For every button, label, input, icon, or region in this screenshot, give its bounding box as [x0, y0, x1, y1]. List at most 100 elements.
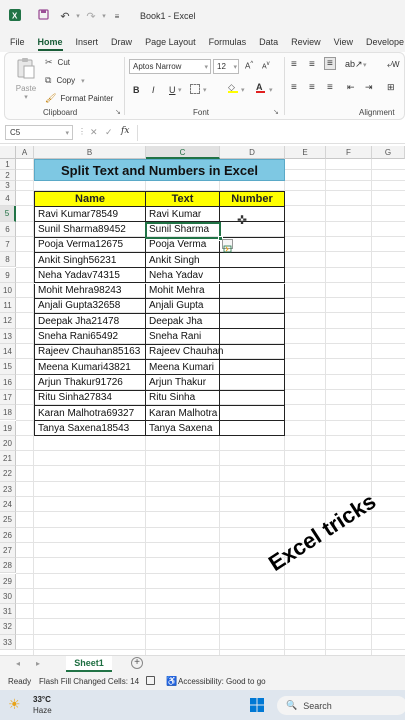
name-cell[interactable]: Sneha Rani65492 [34, 329, 146, 345]
align-center-icon[interactable]: ≡ [309, 82, 315, 93]
number-cell[interactable] [220, 298, 285, 315]
more-options-icon[interactable]: ⋮ [78, 127, 86, 136]
underline-icon[interactable]: U [169, 85, 176, 95]
name-cell[interactable]: Meena Kumari43821 [34, 360, 146, 376]
name-cell[interactable]: Tanya Saxena18543 [34, 421, 146, 437]
sheet-title-cell[interactable]: Split Text and Numbers in Excel [34, 159, 285, 181]
font-launcher-icon[interactable]: ↘ [273, 108, 279, 116]
number-cell[interactable] [220, 283, 285, 299]
customize-toolbar-icon[interactable]: ≡ [108, 12, 126, 21]
text-cell[interactable]: Arjun Thakur [146, 375, 220, 391]
row-header-22[interactable]: 22 [0, 466, 16, 482]
row-header-28[interactable]: 28 [0, 558, 16, 574]
name-cell[interactable]: Rajeev Chauhan85163 [34, 344, 146, 360]
column-header-g[interactable]: G [372, 146, 405, 159]
number-cell[interactable] [220, 405, 285, 422]
name-cell[interactable]: Deepak Jha21478 [34, 314, 146, 330]
row-header-7[interactable]: 7 [0, 236, 16, 253]
top-align-icon[interactable]: ≡ [291, 59, 297, 70]
number-cell[interactable] [220, 207, 285, 223]
row-header-10[interactable]: 10 [0, 282, 16, 299]
font-name-dropdown-icon[interactable]: ▾ [204, 63, 208, 71]
undo-dropdown-icon[interactable]: ▾ [74, 12, 82, 20]
row-header-9[interactable]: 9 [0, 267, 16, 283]
number-cell[interactable] [220, 344, 285, 360]
weather-icon[interactable]: ☀ [8, 696, 21, 713]
flash-fill-options-icon[interactable] [222, 239, 233, 253]
autosave-toggle-icon[interactable] [34, 9, 52, 23]
scroll-right-icon[interactable]: ▸ [36, 659, 40, 668]
select-all-corner[interactable] [0, 146, 16, 159]
redo-icon[interactable]: ↷ [82, 10, 100, 23]
tab-developer[interactable]: Develope [366, 37, 404, 47]
font-color-dropdown-icon[interactable]: ▾ [269, 86, 273, 94]
underline-dropdown-icon[interactable]: ▾ [178, 86, 182, 94]
row-header-12[interactable]: 12 [0, 313, 16, 329]
number-cell[interactable] [220, 390, 285, 406]
tab-review[interactable]: Review [291, 37, 321, 47]
text-cell[interactable]: Neha Yadav [146, 268, 220, 284]
windows-start-icon[interactable] [250, 698, 264, 717]
redo-dropdown-icon[interactable]: ▾ [100, 12, 108, 20]
number-cell[interactable] [220, 329, 285, 345]
row-header-18[interactable]: 18 [0, 405, 16, 421]
column-header-d[interactable]: D [220, 146, 285, 159]
name-cell[interactable]: Neha Yadav74315 [34, 268, 146, 284]
column-header-b[interactable]: B [34, 146, 146, 159]
orientation-dropdown-icon[interactable]: ▾ [363, 61, 367, 69]
row-header-29[interactable]: 29 [0, 573, 16, 589]
number-cell[interactable] [220, 421, 285, 437]
text-cell[interactable]: Mohit Mehra [146, 283, 220, 299]
taskbar-search-box[interactable]: 🔍 Search [277, 696, 405, 715]
text-cell[interactable]: Anjali Gupta [146, 298, 220, 315]
row-header-13[interactable]: 13 [0, 328, 16, 344]
column-header-a[interactable]: A [16, 146, 34, 159]
tab-page-layout[interactable]: Page Layout [145, 37, 196, 47]
row-header-23[interactable]: 23 [0, 481, 16, 497]
bottom-align-icon[interactable]: ≡ [324, 57, 336, 70]
tab-formulas[interactable]: Formulas [209, 37, 247, 47]
name-cell[interactable]: Pooja Verma12675 [34, 237, 146, 253]
tab-insert[interactable]: Insert [76, 37, 99, 47]
status-accessibility[interactable]: Accessibility: Good to go [178, 677, 266, 686]
tab-draw[interactable]: Draw [111, 37, 132, 47]
column-header-f[interactable]: F [326, 146, 372, 159]
row-header-6[interactable]: 6 [0, 221, 16, 237]
tab-file[interactable]: File [10, 37, 25, 47]
fill-color-dropdown-icon[interactable]: ▾ [241, 86, 245, 94]
row-header-11[interactable]: 11 [0, 298, 16, 314]
font-size-dropdown-icon[interactable]: ▾ [233, 63, 237, 71]
number-cell[interactable] [220, 252, 285, 269]
row-header-17[interactable]: 17 [0, 389, 16, 406]
copy-dropdown-icon[interactable]: ▾ [81, 77, 85, 85]
wrap-text-icon[interactable]: ⤶W [387, 59, 400, 70]
text-cell[interactable]: Rajeev Chauhan [146, 344, 224, 360]
name-cell[interactable]: Anjali Gupta32658 [34, 298, 146, 315]
row-header-27[interactable]: 27 [0, 542, 16, 559]
middle-align-icon[interactable]: ≡ [309, 59, 315, 70]
borders-dropdown-icon[interactable]: ▾ [203, 86, 207, 94]
align-right-icon[interactable]: ≡ [327, 82, 333, 93]
undo-icon[interactable]: ↶ [56, 10, 74, 23]
active-cell-c5[interactable] [145, 222, 221, 239]
cut-button[interactable]: ✂ Cut [45, 57, 70, 68]
text-cell[interactable]: Karan Malhotra [146, 405, 220, 422]
name-box-dropdown-icon[interactable]: ▾ [65, 129, 69, 137]
increase-indent-icon[interactable]: ⇥ [365, 82, 373, 93]
row-header-24[interactable]: 24 [0, 497, 16, 513]
name-cell[interactable]: Ravi Kumar78549 [34, 207, 146, 223]
text-cell[interactable]: Pooja Verma [146, 237, 220, 253]
row-header-14[interactable]: 14 [0, 344, 16, 360]
merge-center-icon[interactable]: ⊞ [387, 82, 395, 93]
bold-icon[interactable]: B [133, 85, 140, 95]
row-header-20[interactable]: 20 [0, 435, 16, 452]
tab-home[interactable]: Home [37, 37, 63, 51]
text-cell[interactable]: Tanya Saxena [146, 421, 220, 437]
text-cell[interactable]: Deepak Jha [146, 314, 220, 330]
row-header-33[interactable]: 33 [0, 634, 16, 650]
macro-record-icon[interactable] [146, 676, 155, 685]
name-cell[interactable]: Sunil Sharma89452 [34, 222, 146, 238]
orientation-icon[interactable]: ab↗ [345, 59, 363, 70]
row-header-8[interactable]: 8 [0, 252, 16, 268]
row-header-21[interactable]: 21 [0, 451, 16, 467]
